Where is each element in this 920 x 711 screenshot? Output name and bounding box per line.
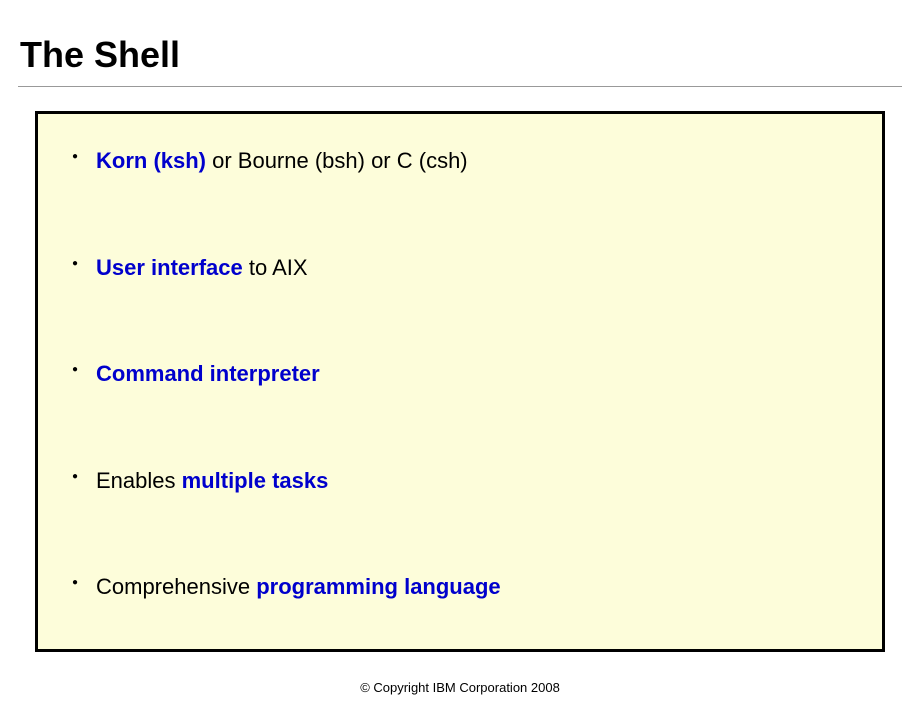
- bullet-item: Comprehensive programming language: [72, 558, 848, 617]
- slide-title: The Shell: [0, 0, 920, 86]
- bullet-item: Enables multiple tasks: [72, 452, 848, 511]
- highlight-text: programming language: [256, 574, 500, 599]
- bullet-item: Command interpreter: [72, 345, 848, 404]
- plain-text: Enables: [96, 468, 182, 493]
- highlight-text: Korn (ksh): [96, 148, 206, 173]
- content-box: Korn (ksh) or Bourne (bsh) or C (csh) Us…: [35, 111, 885, 652]
- highlight-text: multiple tasks: [182, 468, 329, 493]
- bullet-item: Korn (ksh) or Bourne (bsh) or C (csh): [72, 132, 848, 191]
- highlight-text: User interface: [96, 255, 243, 280]
- plain-text: to AIX: [243, 255, 308, 280]
- copyright-text: © Copyright IBM Corporation 2008: [0, 680, 920, 695]
- highlight-text: Command interpreter: [96, 361, 320, 386]
- plain-text: Comprehensive: [96, 574, 256, 599]
- bullet-list: Korn (ksh) or Bourne (bsh) or C (csh) Us…: [72, 132, 848, 617]
- bullet-item: User interface to AIX: [72, 239, 848, 298]
- title-divider: [18, 86, 902, 87]
- plain-text: or Bourne (bsh) or C (csh): [206, 148, 468, 173]
